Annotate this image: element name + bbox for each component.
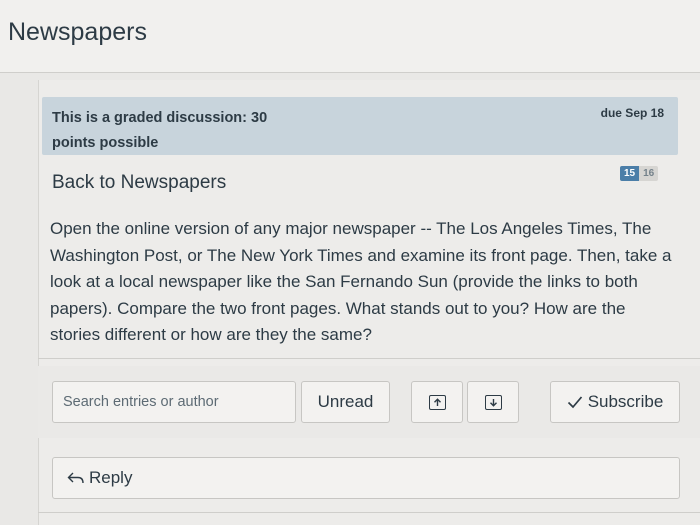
search-entries-input[interactable] [52,381,296,423]
graded-discussion-banner: This is a graded discussion: 30 points p… [42,97,678,155]
page-title: Newspapers [8,18,147,46]
expand-replies-button[interactable] [467,381,519,423]
unread-filter-label: Unread [317,392,374,411]
reply-label: Reply [89,468,133,487]
subscribe-label: Subscribe [587,392,664,411]
graded-points-text: This is a graded discussion: 30 points p… [52,110,268,151]
subscribe-button[interactable]: Subscribe [550,381,680,423]
collapse-replies-button[interactable] [411,381,463,423]
unread-count-badge: 15 [620,166,640,181]
reply-button[interactable]: Reply [52,457,680,499]
collapse-up-icon [428,394,446,410]
check-icon [567,395,583,409]
discussion-prompt: Open the online version of any major new… [50,219,672,344]
unread-filter-button[interactable]: Unread [301,381,390,423]
bottom-divider [38,512,700,513]
divider [38,358,700,359]
entry-counter: 15 16 [620,166,659,181]
reply-arrow-icon [67,471,85,485]
due-date: due Sep 18 [600,106,664,120]
expand-down-icon [484,394,502,410]
total-count-badge: 16 [639,166,659,181]
back-to-topic-link[interactable]: Back to Newspapers [52,172,226,194]
page-header: Newspapers [0,0,700,73]
